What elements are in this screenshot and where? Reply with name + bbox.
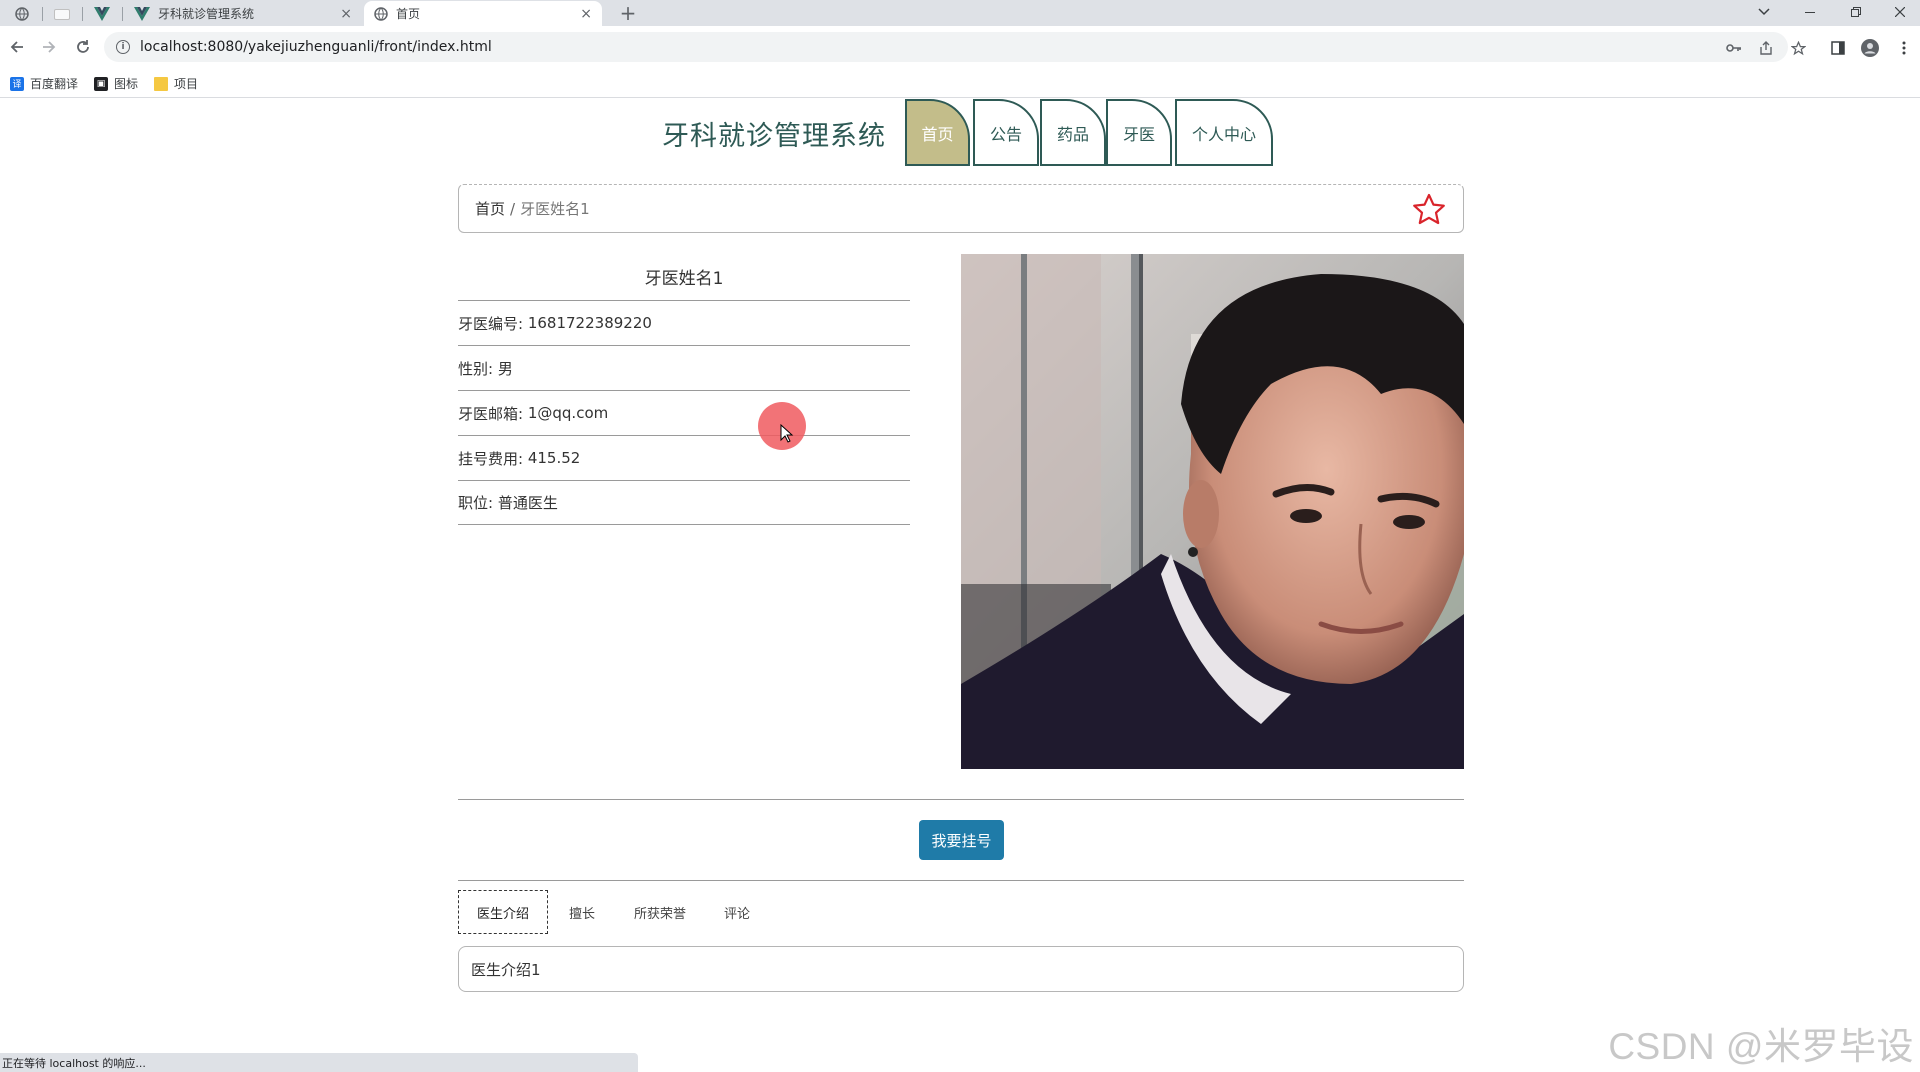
- browser-tab-strip: 牙科就诊管理系统 × 首页 × +: [0, 0, 1920, 26]
- browser-status-bar: 正在等待 localhost 的响应...: [0, 1053, 638, 1072]
- nav-label: 药品: [1056, 124, 1089, 144]
- nav-label: 首页: [921, 124, 954, 144]
- more-menu-icon[interactable]: [1894, 38, 1914, 58]
- breadcrumb: 首页 / 牙医姓名1: [458, 184, 1464, 233]
- nav-item-profile[interactable]: 个人中心: [1175, 99, 1273, 166]
- field-value: 415.52: [527, 449, 581, 467]
- tab-title: 首页: [396, 7, 421, 21]
- breadcrumb-current: 牙医姓名1: [520, 200, 590, 218]
- site-title: 牙科就诊管理系统: [662, 121, 886, 152]
- close-icon: [1895, 7, 1905, 17]
- nav-label: 个人中心: [1191, 124, 1256, 144]
- nav-item-medicine[interactable]: 药品: [1040, 99, 1106, 166]
- browser-tab[interactable]: 牙科就诊管理系统 ×: [124, 1, 362, 26]
- reload-icon: [77, 40, 89, 53]
- nav-item-announcements[interactable]: 公告: [973, 99, 1039, 166]
- address-bar[interactable]: i localhost:8080/yakejiuzhenguanli/front…: [104, 32, 1788, 62]
- info-row-email: 牙医邮箱: 1@qq.com: [458, 390, 910, 435]
- favorite-star-icon[interactable]: [1411, 192, 1447, 228]
- nav-label: 牙医: [1122, 124, 1155, 144]
- globe-icon: [15, 7, 29, 21]
- field-label: 牙医编号:: [458, 314, 524, 333]
- info-row-id: 牙医编号: 1681722389220: [458, 300, 910, 345]
- section-divider: [458, 799, 1464, 800]
- breadcrumb-home-link[interactable]: 首页: [475, 198, 505, 219]
- field-value: 男: [497, 359, 513, 378]
- minimize-icon: [1805, 11, 1815, 13]
- tab-comments[interactable]: 评论: [712, 890, 762, 934]
- tab-intro[interactable]: 医生介绍: [458, 890, 548, 934]
- tab-content: 医生介绍1: [458, 946, 1464, 992]
- forward-button[interactable]: [36, 34, 62, 60]
- mouse-cursor-icon: [780, 424, 794, 443]
- nav-label: 公告: [989, 124, 1022, 144]
- tab-specialty[interactable]: 擅长: [558, 890, 606, 934]
- window-close-button[interactable]: [1878, 0, 1920, 24]
- reload-button[interactable]: [70, 34, 96, 60]
- tab-title: 牙科就诊管理系统: [158, 7, 255, 21]
- blank-page-icon: [54, 8, 70, 20]
- tab-honors[interactable]: 所获荣誉: [622, 890, 698, 934]
- side-panel-icon[interactable]: [1828, 38, 1848, 58]
- chevron-down-icon: [1758, 8, 1770, 16]
- nav-item-home[interactable]: 首页: [905, 99, 970, 166]
- restore-button[interactable]: [1834, 0, 1878, 24]
- field-value: 1@qq.com: [527, 404, 609, 422]
- browser-tab-active[interactable]: 首页 ×: [364, 1, 602, 26]
- bookmarks-bar: 译 百度翻译 ▣ 图标 项目: [0, 70, 1920, 98]
- info-row-fee: 挂号费用: 415.52: [458, 435, 910, 480]
- field-value: 1681722389220: [527, 314, 652, 332]
- password-key-icon[interactable]: [1724, 38, 1744, 58]
- field-label: 性别:: [458, 359, 494, 378]
- image-icon: ▣: [94, 76, 109, 91]
- url-text: localhost:8080/yakejiuzhenguanli/front/i…: [140, 39, 492, 55]
- pinned-tab[interactable]: [4, 3, 40, 25]
- bookmark-label: 图标: [114, 77, 139, 91]
- section-divider: [458, 880, 1464, 881]
- folder-icon: [154, 76, 169, 91]
- close-icon[interactable]: ×: [340, 6, 352, 22]
- tab-separator: [122, 7, 123, 21]
- breadcrumb-separator: /: [510, 199, 516, 218]
- close-icon[interactable]: ×: [580, 6, 592, 22]
- bookmark-label: 百度翻译: [30, 77, 79, 91]
- arrow-right-icon: [43, 41, 56, 53]
- field-label: 牙医邮箱:: [458, 404, 524, 423]
- globe-icon: [374, 6, 388, 21]
- translate-icon: 译: [10, 76, 24, 91]
- watermark: CSDN @米罗毕设: [1608, 1026, 1914, 1067]
- bookmark-item[interactable]: 译 百度翻译: [10, 75, 78, 92]
- minimize-button[interactable]: [1788, 0, 1832, 24]
- profile-avatar-icon[interactable]: [1860, 38, 1880, 58]
- restore-icon: [1851, 7, 1861, 17]
- share-icon[interactable]: [1756, 38, 1776, 58]
- pinned-tab[interactable]: [44, 3, 80, 25]
- vue-icon: [94, 7, 110, 21]
- site-info-icon[interactable]: i: [116, 40, 130, 54]
- bookmark-item[interactable]: 项目: [154, 75, 198, 92]
- book-appointment-button[interactable]: 我要挂号: [919, 820, 1004, 860]
- field-value: 普通医生: [497, 494, 558, 512]
- bookmark-item[interactable]: ▣ 图标: [94, 75, 138, 92]
- pinned-tab[interactable]: [84, 3, 120, 25]
- tab-separator: [82, 7, 83, 21]
- tab-separator: [42, 7, 43, 21]
- new-tab-button[interactable]: +: [614, 1, 642, 25]
- doctor-photo: [961, 254, 1464, 769]
- arrow-left-icon: [10, 41, 23, 53]
- doctor-name: 牙医姓名1: [644, 269, 724, 289]
- nav-item-dentists[interactable]: 牙医: [1106, 99, 1172, 166]
- bookmark-star-icon[interactable]: [1788, 38, 1808, 58]
- info-row-position: 职位: 普通医生: [458, 480, 910, 525]
- vue-icon: [134, 6, 150, 21]
- tab-search-button[interactable]: [1742, 0, 1786, 24]
- bookmark-label: 项目: [174, 77, 199, 91]
- field-label: 职位:: [458, 494, 494, 512]
- field-label: 挂号费用:: [458, 449, 524, 468]
- back-button[interactable]: [4, 34, 30, 60]
- info-row-gender: 性别: 男: [458, 345, 910, 390]
